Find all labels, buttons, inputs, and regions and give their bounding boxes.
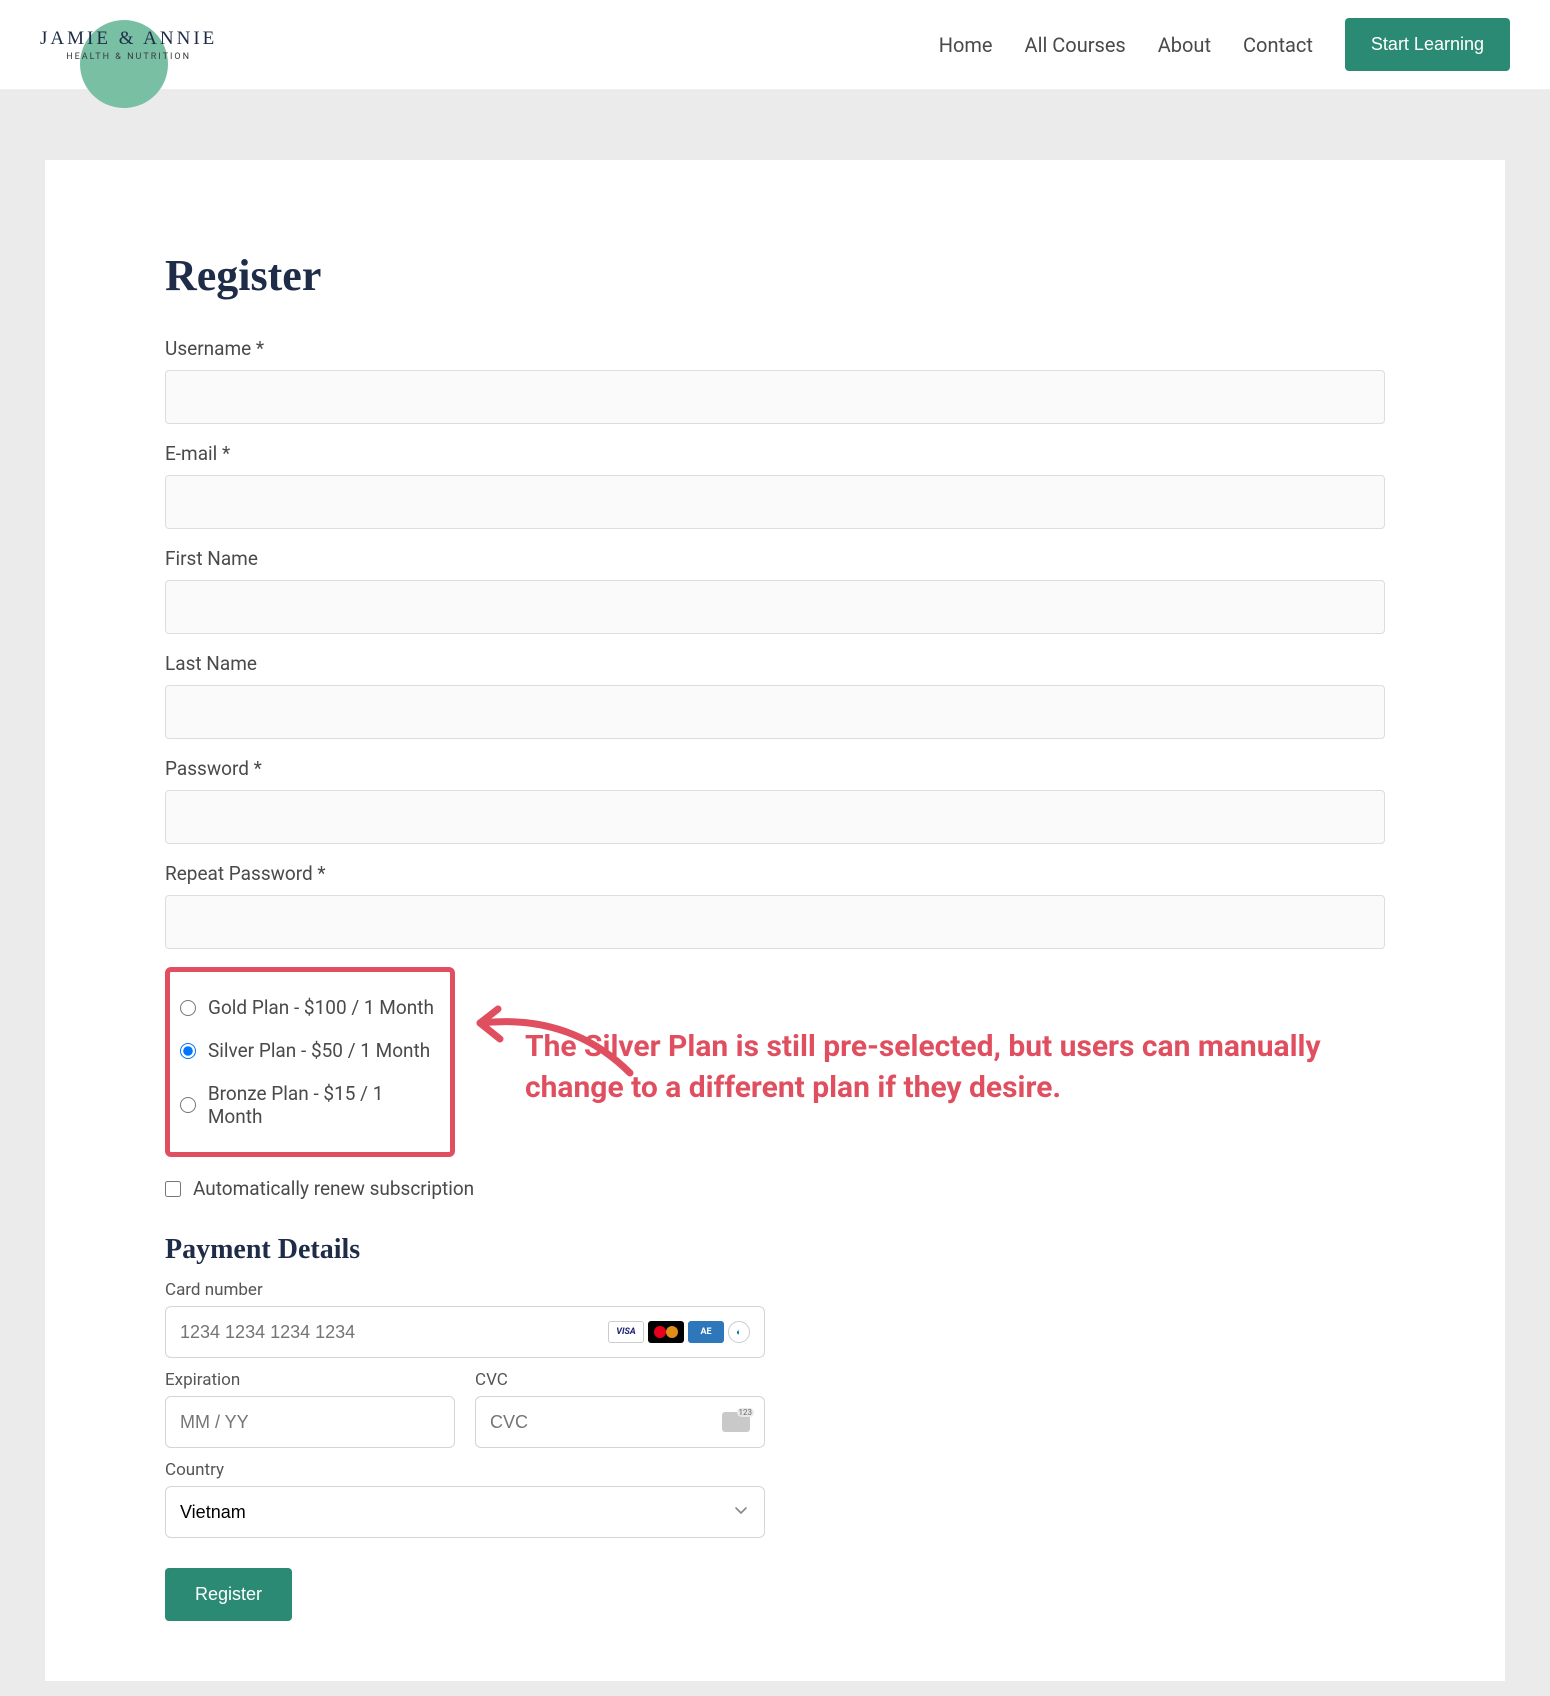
main-nav: Home All Courses About Contact Start Lea… <box>939 18 1510 71</box>
first-name-input[interactable] <box>165 580 1385 634</box>
plan-selection-highlight: Gold Plan - $100 / 1 Month Silver Plan -… <box>165 967 455 1157</box>
mastercard-icon <box>648 1321 684 1343</box>
last-name-label: Last Name <box>165 652 1385 675</box>
logo-subtitle: HEALTH & NUTRITION <box>66 52 191 62</box>
password-label: Password * <box>165 757 1385 780</box>
last-name-input[interactable] <box>165 685 1385 739</box>
email-input[interactable] <box>165 475 1385 529</box>
logo[interactable]: JAMIE & ANNIE HEALTH & NUTRITION <box>40 28 217 62</box>
card-number-input[interactable] <box>180 1322 608 1343</box>
plan-bronze-label: Bronze Plan - $15 / 1 Month <box>208 1082 440 1128</box>
plan-gold-radio[interactable] <box>180 1000 196 1016</box>
page-title: Register <box>165 250 1385 301</box>
card-number-label: Card number <box>165 1280 765 1300</box>
country-label: Country <box>165 1460 765 1480</box>
visa-icon: VISA <box>608 1321 644 1343</box>
diners-icon: ◐ <box>728 1321 750 1343</box>
plan-gold-label: Gold Plan - $100 / 1 Month <box>208 996 434 1019</box>
logo-title: JAMIE & ANNIE <box>40 28 217 50</box>
auto-renew-checkbox[interactable] <box>165 1181 181 1197</box>
auto-renew-label: Automatically renew subscription <box>193 1177 474 1200</box>
nav-all-courses[interactable]: All Courses <box>1025 33 1126 57</box>
plan-gold[interactable]: Gold Plan - $100 / 1 Month <box>180 986 440 1029</box>
nav-home[interactable]: Home <box>939 33 993 57</box>
plan-bronze-radio[interactable] <box>180 1097 196 1113</box>
password-input[interactable] <box>165 790 1385 844</box>
nav-contact[interactable]: Contact <box>1243 33 1313 57</box>
repeat-password-label: Repeat Password * <box>165 862 1385 885</box>
email-label: E-mail * <box>165 442 1385 465</box>
payment-details-title: Payment Details <box>165 1234 1385 1266</box>
plan-silver[interactable]: Silver Plan - $50 / 1 Month <box>180 1029 440 1072</box>
register-card: Register Username * E-mail * First Name … <box>45 160 1505 1681</box>
plan-bronze[interactable]: Bronze Plan - $15 / 1 Month <box>180 1072 440 1138</box>
username-label: Username * <box>165 337 1385 360</box>
country-select[interactable]: Vietnam <box>165 1486 765 1538</box>
repeat-password-input[interactable] <box>165 895 1385 949</box>
plan-silver-radio[interactable] <box>180 1043 196 1059</box>
cvc-label: CVC <box>475 1370 765 1390</box>
expiration-input[interactable] <box>180 1412 440 1433</box>
site-header: JAMIE & ANNIE HEALTH & NUTRITION Home Al… <box>0 0 1550 90</box>
expiration-label: Expiration <box>165 1370 455 1390</box>
first-name-label: First Name <box>165 547 1385 570</box>
annotation-text: The Silver Plan is still pre-selected, b… <box>525 1027 1385 1108</box>
nav-about[interactable]: About <box>1158 33 1211 57</box>
amex-icon: AE <box>688 1321 724 1343</box>
register-button[interactable]: Register <box>165 1568 292 1621</box>
cvc-input[interactable] <box>490 1412 722 1433</box>
username-input[interactable] <box>165 370 1385 424</box>
start-learning-button[interactable]: Start Learning <box>1345 18 1510 71</box>
card-brand-icons: VISA AE ◐ <box>608 1321 750 1343</box>
auto-renew[interactable]: Automatically renew subscription <box>165 1177 1385 1200</box>
cvc-icon <box>722 1412 750 1432</box>
plan-silver-label: Silver Plan - $50 / 1 Month <box>208 1039 430 1062</box>
